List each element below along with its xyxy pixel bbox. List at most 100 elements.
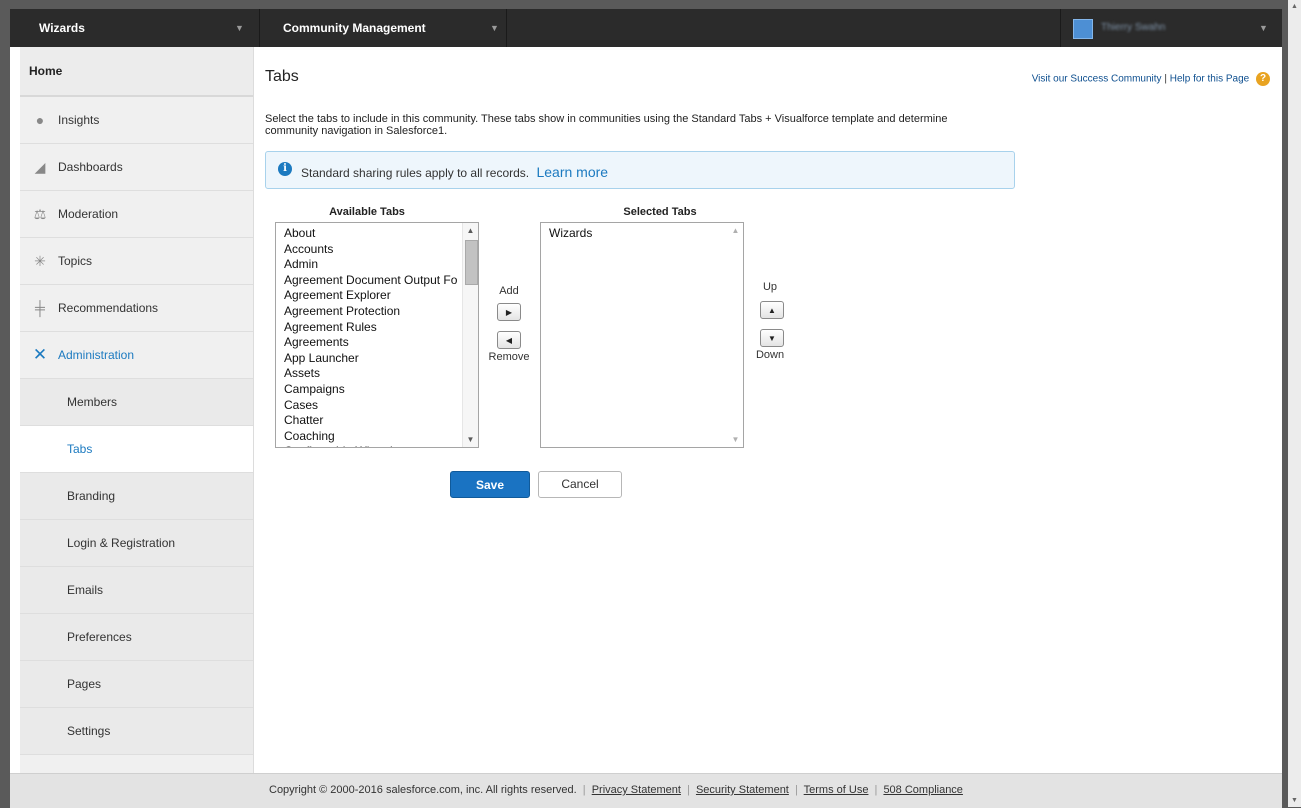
info-text: Standard sharing rules apply to all reco…: [301, 164, 608, 180]
list-item[interactable]: Agreement Explorer: [276, 288, 478, 304]
scroll-down-icon[interactable]: ▼: [1288, 797, 1301, 804]
selected-tabs-list[interactable]: Wizards ▲ ▼: [540, 222, 744, 448]
list-item[interactable]: App Launcher: [276, 351, 478, 367]
sidebar-item-label: Insights: [58, 113, 100, 127]
scroll-up-icon[interactable]: ▲: [728, 223, 743, 238]
list-item[interactable]: Campaigns: [276, 382, 478, 398]
user-menu[interactable]: Thierry Swahn ▼: [1060, 9, 1283, 47]
wrench-icon: ✕: [32, 345, 48, 364]
sidebar-item-settings[interactable]: Settings: [20, 708, 253, 755]
chart-icon: ◢: [34, 159, 46, 175]
copyright-text: Copyright © 2000-2016 salesforce.com, in…: [269, 784, 577, 796]
topics-icon: ✳: [34, 253, 46, 269]
sidebar-item-home[interactable]: Home: [20, 47, 253, 97]
sidebar-item-moderation[interactable]: ⚖ Moderation: [20, 191, 253, 238]
scales-icon: ⚖: [33, 206, 47, 222]
privacy-statement-link[interactable]: Privacy Statement: [592, 784, 681, 796]
help-page-link[interactable]: Help for this Page: [1170, 74, 1250, 85]
sidebar-item-topics[interactable]: ✳ Topics: [20, 238, 253, 285]
footer-separator: |: [874, 784, 878, 796]
list-item[interactable]: Configurable Wizards: [276, 444, 478, 447]
info-banner: i Standard sharing rules apply to all re…: [265, 151, 1015, 189]
app-menu[interactable]: Wizards ▼: [10, 9, 260, 47]
top-bar: Wizards ▼ Community Management ▼ Thierry…: [10, 9, 1282, 47]
page-title: Tabs: [265, 68, 299, 85]
list-item[interactable]: Chatter: [276, 413, 478, 429]
sidebar-item-dashboards[interactable]: ◢ Dashboards: [20, 144, 253, 191]
scroll-up-icon[interactable]: ▲: [463, 223, 478, 238]
scrollbar[interactable]: ▲ ▼: [728, 223, 743, 447]
sidebar-item-pages[interactable]: Pages: [20, 661, 253, 708]
list-item[interactable]: Assets: [276, 366, 478, 382]
available-tabs-list[interactable]: About Accounts Admin Agreement Document Out…: [275, 222, 479, 448]
list-item[interactable]: Agreement Protection: [276, 304, 478, 320]
list-item[interactable]: Agreement Document Output Fo: [276, 273, 478, 289]
list-item[interactable]: Agreement Rules: [276, 320, 478, 336]
sidebar-item-label: Moderation: [58, 207, 119, 221]
security-statement-link[interactable]: Security Statement: [696, 784, 789, 796]
page-scrollbar[interactable]: ▲ ▼: [1288, 0, 1301, 807]
down-label: Down: [755, 349, 785, 361]
sidebar-item-login-registration[interactable]: Login & Registration: [20, 520, 253, 567]
selected-tabs-header: Selected Tabs: [623, 206, 697, 218]
app-menu-label: Wizards: [39, 21, 85, 35]
sidebar: Home ● Insights ◢ Dashboards ⚖ Moderatio…: [20, 47, 254, 773]
chevron-down-icon: ▼: [235, 23, 244, 33]
scroll-down-icon[interactable]: ▼: [463, 432, 478, 447]
list-item[interactable]: Coaching: [276, 429, 478, 445]
app-area: Home ● Insights ◢ Dashboards ⚖ Moderatio…: [10, 47, 1282, 773]
list-item[interactable]: Admin: [276, 257, 478, 273]
chevron-down-icon: ▼: [490, 23, 499, 33]
chevron-down-icon: ▼: [1259, 23, 1268, 33]
success-community-link[interactable]: Visit our Success Community: [1032, 74, 1162, 85]
sidebar-item-preferences[interactable]: Preferences: [20, 614, 253, 661]
save-button[interactable]: Save: [450, 471, 530, 498]
scrollbar[interactable]: ▲ ▼: [462, 223, 478, 447]
sidebar-item-recommendations[interactable]: ╪ Recommendations: [20, 285, 253, 332]
up-label: Up: [762, 281, 778, 293]
available-tabs-header: Available Tabs: [329, 206, 405, 218]
arrow-down-icon: ▼: [768, 334, 776, 343]
help-icon[interactable]: ?: [1256, 72, 1270, 86]
add-label: Add: [499, 285, 519, 297]
footer-text: Copyright © 2000-2016 salesforce.com, in…: [269, 784, 963, 796]
remove-button[interactable]: ◀: [497, 331, 521, 349]
sidebar-item-label: Dashboards: [58, 160, 123, 174]
info-message: Standard sharing rules apply to all reco…: [301, 166, 530, 180]
list-item[interactable]: Wizards: [541, 226, 743, 242]
list-item[interactable]: Cases: [276, 398, 478, 414]
scroll-up-icon[interactable]: ▲: [1288, 3, 1301, 10]
footer-separator: |: [687, 784, 690, 796]
community-menu-label: Community Management: [283, 21, 426, 35]
move-down-button[interactable]: ▼: [760, 329, 784, 347]
page-description: Select the tabs to include in this commu…: [265, 113, 948, 137]
add-button[interactable]: ▶: [497, 303, 521, 321]
main-content: Tabs Visit our Success Community | Help …: [254, 47, 1282, 773]
move-up-button[interactable]: ▲: [760, 301, 784, 319]
arrow-up-icon: ▲: [768, 306, 776, 315]
signpost-icon: ╪: [35, 300, 45, 316]
scroll-down-icon[interactable]: ▼: [728, 432, 743, 447]
sidebar-item-label: Recommendations: [58, 301, 159, 315]
footer: Copyright © 2000-2016 salesforce.com, in…: [10, 773, 1282, 808]
terms-of-use-link[interactable]: Terms of Use: [804, 784, 869, 796]
sidebar-item-administration[interactable]: ✕ Administration: [20, 332, 253, 379]
sidebar-item-insights[interactable]: ● Insights: [20, 97, 253, 144]
sidebar-item-members[interactable]: Members: [20, 379, 253, 426]
scroll-thumb[interactable]: [465, 240, 478, 285]
sidebar-item-tabs[interactable]: Tabs: [20, 426, 253, 473]
avatar: [1073, 19, 1093, 39]
list-item[interactable]: About: [276, 226, 478, 242]
community-menu[interactable]: Community Management ▼: [262, 9, 507, 47]
sidebar-item-emails[interactable]: Emails: [20, 567, 253, 614]
footer-separator: |: [582, 784, 586, 796]
list-item[interactable]: Accounts: [276, 242, 478, 258]
arrow-right-icon: ▶: [505, 308, 513, 317]
cancel-button[interactable]: Cancel: [538, 471, 622, 498]
sidebar-item-label: Administration: [58, 348, 135, 362]
compliance-508-link[interactable]: 508 Compliance: [883, 784, 963, 796]
sidebar-item-branding[interactable]: Branding: [20, 473, 253, 520]
footer-separator: |: [794, 784, 798, 796]
list-item[interactable]: Agreements: [276, 335, 478, 351]
learn-more-link[interactable]: Learn more: [536, 164, 608, 180]
